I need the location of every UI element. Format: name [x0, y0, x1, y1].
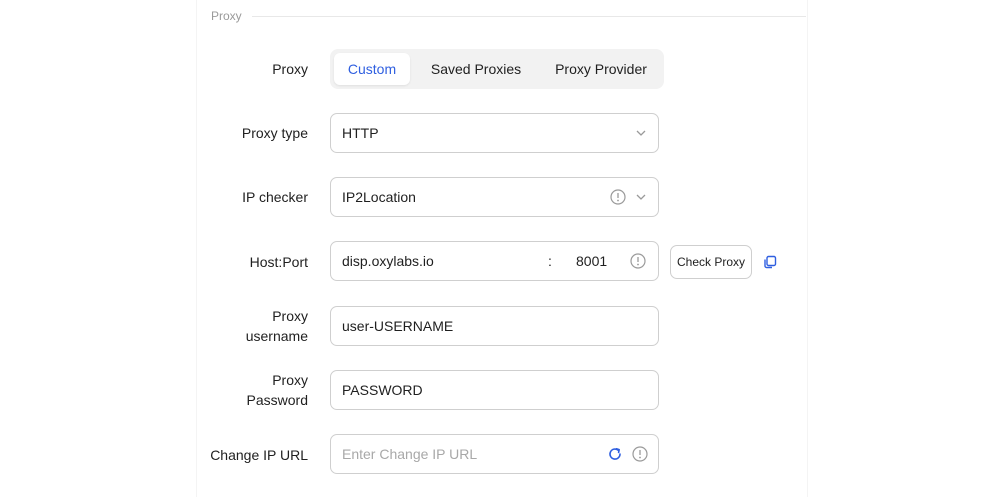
change-ip-url-input[interactable]: Enter Change IP URL — [330, 434, 659, 474]
info-icon[interactable] — [632, 446, 648, 462]
password-input[interactable]: PASSWORD — [330, 370, 659, 410]
host-port-label: Host:Port — [249, 254, 308, 270]
host-port-field: disp.oxylabs.io : 8001 — [330, 241, 659, 281]
username-label: Proxy username — [246, 306, 308, 346]
ip-checker-value: IP2Location — [342, 189, 416, 205]
proxy-type-label: Proxy type — [241, 125, 308, 141]
change-ip-label: Change IP URL — [210, 447, 308, 463]
username-input[interactable]: user-USERNAME — [330, 306, 659, 346]
check-proxy-button[interactable]: Check Proxy — [670, 245, 752, 279]
info-icon[interactable] — [630, 253, 646, 269]
tab-saved-proxies[interactable]: Saved Proxies — [418, 53, 534, 85]
ip-checker-label: IP checker — [242, 189, 308, 205]
chevron-down-icon — [636, 130, 646, 136]
copy-icon[interactable] — [763, 255, 777, 269]
proxy-type-value: HTTP — [342, 125, 379, 141]
section-divider — [252, 16, 806, 17]
refresh-icon[interactable] — [607, 446, 623, 462]
section-title: Proxy — [211, 9, 242, 23]
tab-proxy-provider[interactable]: Proxy Provider — [542, 53, 660, 85]
info-icon[interactable] — [610, 189, 626, 205]
username-label-line1: Proxy — [272, 308, 308, 324]
username-label-line2: username — [245, 328, 308, 344]
host-port-separator: : — [548, 253, 552, 269]
ip-checker-select[interactable]: IP2Location — [330, 177, 659, 217]
host-input[interactable]: disp.oxylabs.io — [342, 242, 434, 280]
proxy-type-select[interactable]: HTTP — [330, 113, 659, 153]
proxy-source-tabs: Custom Saved Proxies Proxy Provider — [330, 49, 664, 89]
tab-custom[interactable]: Custom — [334, 53, 410, 85]
password-label-line2: Password — [246, 392, 308, 408]
password-value: PASSWORD — [342, 382, 423, 398]
change-ip-placeholder: Enter Change IP URL — [342, 446, 478, 462]
username-value: user-USERNAME — [342, 318, 454, 334]
port-input[interactable]: 8001 — [576, 242, 607, 280]
chevron-down-icon — [636, 194, 646, 200]
proxy-label: Proxy — [272, 61, 308, 77]
password-label: Proxy Password — [247, 370, 308, 410]
password-label-line1: Proxy — [272, 372, 308, 388]
